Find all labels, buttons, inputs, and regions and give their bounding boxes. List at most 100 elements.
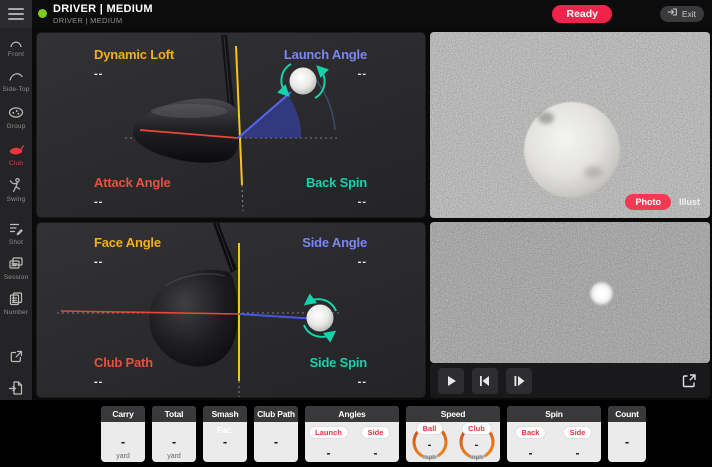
page-subtitle: DRIVER | MEDIUM [53, 16, 122, 25]
step-forward-button[interactable] [506, 368, 532, 394]
stat-unit: yard [101, 453, 145, 460]
sidebar-item-swing[interactable]: Swing [0, 177, 32, 203]
step-back-icon [476, 372, 494, 390]
sidebar-item-group[interactable]: Group [0, 104, 32, 130]
stat-card-carry: Carry - yard [101, 406, 145, 462]
camera-view-flight [430, 222, 710, 363]
stat-sub-label: Side [563, 426, 593, 439]
stat-sub-launch: Launch - [305, 422, 352, 462]
stat-value: - [101, 434, 145, 449]
sidebar-item-number[interactable]: Number [0, 290, 32, 316]
top-bar: DRIVER | MEDIUM DRIVER | MEDIUM Ready Ex… [0, 0, 712, 28]
stat-header: Carry [101, 406, 145, 422]
session-icon [7, 255, 25, 272]
fullscreen-button[interactable] [676, 368, 702, 394]
swing-icon [7, 177, 25, 194]
play-button[interactable] [438, 368, 464, 394]
stat-value: - [507, 446, 554, 460]
stat-value: - [203, 434, 247, 449]
stat-card-total: Total - yard [152, 406, 196, 462]
sidebar-item-session[interactable]: Session [0, 255, 32, 281]
stat-sub-label: Ball [416, 422, 444, 435]
menu-icon[interactable] [0, 0, 32, 28]
step-forward-icon [510, 372, 528, 390]
shot-icon [7, 220, 25, 237]
metric-side-angle: Side Angle -- [207, 235, 367, 268]
stat-card-count: Count - [608, 406, 646, 462]
club-side-view-panel: Dynamic Loft -- Launch Angle -- Attack A… [36, 32, 426, 218]
front-view-icon [7, 33, 25, 49]
sidebar-share-button[interactable] [0, 348, 32, 365]
launch-monitor-app: DRIVER | MEDIUM DRIVER | MEDIUM Ready Ex… [0, 0, 712, 467]
exit-label: Exit [682, 6, 696, 22]
import-icon [7, 379, 25, 397]
stat-cards: Carry - yard Total - yard Smash Fac. - [101, 406, 646, 462]
fullscreen-icon [679, 371, 699, 391]
club-top-view-panel: Face Angle -- Side Angle -- Club Path --… [36, 222, 426, 398]
sidebar-item-shot[interactable]: Shot [0, 220, 32, 246]
stat-value: - [554, 446, 601, 460]
stat-value: - [305, 446, 352, 460]
stat-value: - [254, 434, 298, 449]
stat-card-angles: Angles Launch - Side - [305, 406, 399, 462]
stat-gauge-ball-speed: Ball - mph [406, 422, 453, 462]
stat-header: Angles [305, 406, 399, 422]
sidebar-import-button[interactable] [0, 379, 32, 397]
golf-ball-photo [524, 102, 620, 198]
step-back-button[interactable] [472, 368, 498, 394]
stat-header: Club Path [254, 406, 298, 422]
page-title: DRIVER | MEDIUM [53, 3, 153, 15]
stat-sub-label: Launch [308, 426, 349, 439]
stat-sub-label: Back [515, 426, 547, 439]
stat-sub-side: Side - [352, 422, 399, 462]
stat-header: Count [608, 406, 646, 422]
metric-side-spin: Side Spin -- [207, 355, 367, 388]
stat-value: - [352, 446, 399, 460]
sidebar-item-side-top[interactable]: Side-Top [0, 68, 32, 93]
camera-noise [430, 222, 710, 363]
stat-sub-back: Back - [507, 422, 554, 462]
stat-header: Smash Fac. [203, 406, 247, 422]
metric-back-spin: Back Spin -- [207, 175, 367, 208]
camera-view-ball: Photo Illust [430, 32, 710, 218]
stat-value: - [406, 439, 453, 451]
metric-value: -- [207, 376, 367, 388]
stat-sub-side: Side - [554, 422, 601, 462]
status-dot [38, 9, 47, 18]
stats-bar: Carry - yard Total - yard Smash Fac. - [0, 400, 712, 467]
stat-sub-label: Club [461, 422, 492, 435]
stat-unit: mph [453, 454, 500, 461]
share-icon [7, 348, 25, 365]
metric-value: -- [207, 196, 367, 208]
playback-controls [430, 363, 710, 398]
stat-gauge-club-speed: Club - mph [453, 422, 500, 462]
sidebar-item-club[interactable]: Club [0, 141, 32, 167]
ready-button[interactable]: Ready [552, 5, 612, 23]
stat-header: Spin [507, 406, 601, 422]
stat-card-smash-factor: Smash Fac. - [203, 406, 247, 462]
stat-header: Speed [406, 406, 500, 422]
metric-launch-angle: Launch Angle -- [207, 47, 367, 80]
side-top-view-icon [7, 68, 25, 84]
metric-value: -- [207, 68, 367, 80]
illust-toggle-button[interactable]: Illust [679, 197, 700, 207]
stat-header: Total [152, 406, 196, 422]
photo-illust-toggle: Photo Illust [625, 194, 700, 210]
stat-card-spin: Spin Back - Side - [507, 406, 601, 462]
club-icon [7, 141, 25, 158]
golf-ball-flight [590, 282, 613, 305]
stat-value: - [608, 434, 646, 449]
stat-card-speed: Speed Ball - mph [406, 406, 500, 462]
group-icon [7, 104, 25, 121]
sidebar-item-front[interactable]: Front [0, 33, 32, 58]
metric-value: -- [207, 256, 367, 268]
stat-unit: yard [152, 453, 196, 460]
photo-toggle-button[interactable]: Photo [625, 194, 671, 210]
stat-sub-label: Side [361, 426, 391, 439]
number-icon [7, 290, 25, 307]
stat-unit: mph [406, 454, 453, 461]
exit-button[interactable]: Exit [660, 6, 704, 22]
stat-card-club-path: Club Path - [254, 406, 298, 462]
stat-value: - [453, 439, 500, 451]
play-icon [442, 372, 460, 390]
